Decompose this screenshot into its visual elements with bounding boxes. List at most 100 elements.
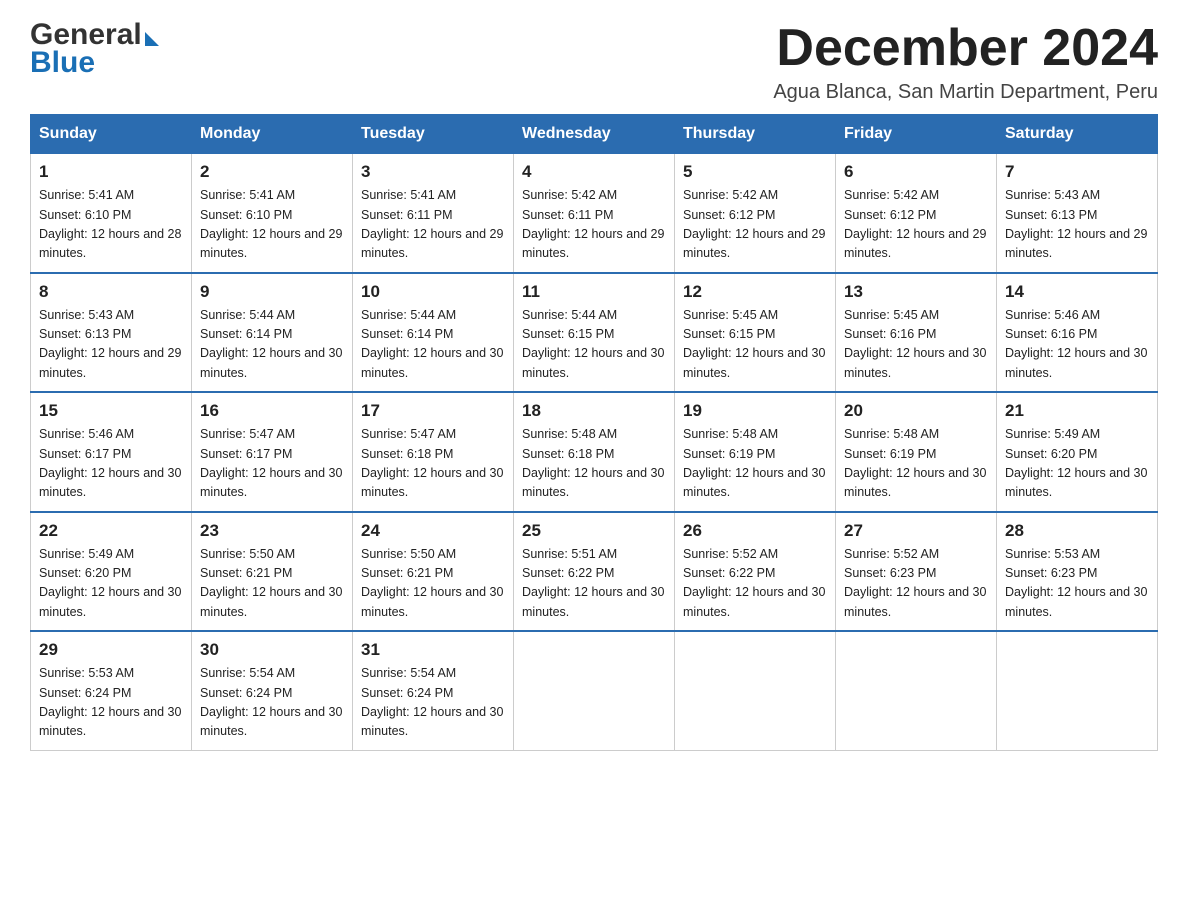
calendar-cell: 27 Sunrise: 5:52 AMSunset: 6:23 PMDayligh… xyxy=(836,512,997,632)
day-info: Sunrise: 5:44 AMSunset: 6:14 PMDaylight:… xyxy=(200,306,344,384)
day-info: Sunrise: 5:47 AMSunset: 6:17 PMDaylight:… xyxy=(200,425,344,503)
day-number: 24 xyxy=(361,521,505,541)
calendar-cell: 5Sunrise: 5:42 AMSunset: 6:12 PMDaylight… xyxy=(675,154,836,273)
day-info: Sunrise: 5:50 AMSunset: 6:21 PMDaylight:… xyxy=(200,545,344,623)
day-number: 7 xyxy=(1005,162,1149,182)
day-info: Sunrise: 5:46 AMSunset: 6:16 PMDaylight:… xyxy=(1005,306,1149,384)
day-info: Sunrise: 5:49 AMSunset: 6:20 PMDaylight:… xyxy=(1005,425,1149,503)
day-number: 27 xyxy=(844,521,988,541)
day-info: Sunrise: 5:42 AMSunset: 6:12 PMDaylight:… xyxy=(683,186,827,264)
day-info: Sunrise: 5:54 AMSunset: 6:24 PMDaylight:… xyxy=(361,664,505,742)
day-number: 30 xyxy=(200,640,344,660)
calendar-cell: 29 Sunrise: 5:53 AMSunset: 6:24 PMDayligh… xyxy=(31,631,192,750)
calendar-cell xyxy=(514,631,675,750)
calendar-cell: 22 Sunrise: 5:49 AMSunset: 6:20 PMDayligh… xyxy=(31,512,192,632)
calendar-cell: 16 Sunrise: 5:47 AMSunset: 6:17 PMDayligh… xyxy=(192,392,353,512)
calendar-cell: 18Sunrise: 5:48 AMSunset: 6:18 PMDayligh… xyxy=(514,392,675,512)
calendar-cell: 3 Sunrise: 5:41 AMSunset: 6:11 PMDaylight… xyxy=(353,154,514,273)
day-number: 3 xyxy=(361,162,505,182)
day-number: 2 xyxy=(200,162,344,182)
day-info: Sunrise: 5:42 AMSunset: 6:12 PMDaylight:… xyxy=(844,186,988,264)
title-area: December 2024 Agua Blanca, San Martin De… xyxy=(773,20,1158,104)
day-number: 10 xyxy=(361,282,505,302)
calendar-cell: 10 Sunrise: 5:44 AMSunset: 6:14 PMDayligh… xyxy=(353,273,514,393)
weekday-header-row: SundayMondayTuesdayWednesdayThursdayFrid… xyxy=(31,115,1158,154)
day-info: Sunrise: 5:42 AMSunset: 6:11 PMDaylight:… xyxy=(522,186,666,264)
calendar-cell: 23 Sunrise: 5:50 AMSunset: 6:21 PMDayligh… xyxy=(192,512,353,632)
day-info: Sunrise: 5:41 AMSunset: 6:10 PMDaylight:… xyxy=(39,186,183,264)
day-info: Sunrise: 5:48 AMSunset: 6:18 PMDaylight:… xyxy=(522,425,666,503)
calendar-cell: 4 Sunrise: 5:42 AMSunset: 6:11 PMDaylight… xyxy=(514,154,675,273)
day-info: Sunrise: 5:44 AMSunset: 6:14 PMDaylight:… xyxy=(361,306,505,384)
calendar-cell: 2 Sunrise: 5:41 AMSunset: 6:10 PMDaylight… xyxy=(192,154,353,273)
logo: General Blue xyxy=(30,20,159,80)
day-info: Sunrise: 5:47 AMSunset: 6:18 PMDaylight:… xyxy=(361,425,505,503)
day-number: 22 xyxy=(39,521,183,541)
logo-blue: Blue xyxy=(30,46,159,80)
calendar-cell: 1 Sunrise: 5:41 AMSunset: 6:10 PMDaylight… xyxy=(31,154,192,273)
weekday-header-sunday: Sunday xyxy=(31,115,192,154)
weekday-header-thursday: Thursday xyxy=(675,115,836,154)
calendar-cell: 14 Sunrise: 5:46 AMSunset: 6:16 PMDayligh… xyxy=(997,273,1158,393)
weekday-header-wednesday: Wednesday xyxy=(514,115,675,154)
calendar-cell: 15 Sunrise: 5:46 AMSunset: 6:17 PMDayligh… xyxy=(31,392,192,512)
calendar-cell: 6 Sunrise: 5:42 AMSunset: 6:12 PMDaylight… xyxy=(836,154,997,273)
day-info: Sunrise: 5:41 AMSunset: 6:11 PMDaylight:… xyxy=(361,186,505,264)
day-number: 20 xyxy=(844,401,988,421)
calendar-cell: 28 Sunrise: 5:53 AMSunset: 6:23 PMDayligh… xyxy=(997,512,1158,632)
calendar-cell: 31 Sunrise: 5:54 AMSunset: 6:24 PMDayligh… xyxy=(353,631,514,750)
day-info: Sunrise: 5:50 AMSunset: 6:21 PMDaylight:… xyxy=(361,545,505,623)
logo-arrow-icon xyxy=(145,32,159,46)
day-number: 29 xyxy=(39,640,183,660)
weekday-header-tuesday: Tuesday xyxy=(353,115,514,154)
day-number: 1 xyxy=(39,162,183,182)
day-info: Sunrise: 5:53 AMSunset: 6:24 PMDaylight:… xyxy=(39,664,183,742)
day-number: 17 xyxy=(361,401,505,421)
calendar-cell: 8 Sunrise: 5:43 AMSunset: 6:13 PMDaylight… xyxy=(31,273,192,393)
day-number: 8 xyxy=(39,282,183,302)
weekday-header-monday: Monday xyxy=(192,115,353,154)
day-number: 31 xyxy=(361,640,505,660)
calendar-cell: 7Sunrise: 5:43 AMSunset: 6:13 PMDaylight… xyxy=(997,154,1158,273)
day-info: Sunrise: 5:52 AMSunset: 6:23 PMDaylight:… xyxy=(844,545,988,623)
weekday-header-friday: Friday xyxy=(836,115,997,154)
day-number: 15 xyxy=(39,401,183,421)
calendar-cell: 11Sunrise: 5:44 AMSunset: 6:15 PMDayligh… xyxy=(514,273,675,393)
calendar-week-row: 1 Sunrise: 5:41 AMSunset: 6:10 PMDaylight… xyxy=(31,154,1158,273)
day-number: 19 xyxy=(683,401,827,421)
day-info: Sunrise: 5:53 AMSunset: 6:23 PMDaylight:… xyxy=(1005,545,1149,623)
day-number: 25 xyxy=(522,521,666,541)
day-number: 12 xyxy=(683,282,827,302)
calendar-cell: 26Sunrise: 5:52 AMSunset: 6:22 PMDayligh… xyxy=(675,512,836,632)
day-number: 14 xyxy=(1005,282,1149,302)
calendar-cell: 25 Sunrise: 5:51 AMSunset: 6:22 PMDayligh… xyxy=(514,512,675,632)
day-info: Sunrise: 5:46 AMSunset: 6:17 PMDaylight:… xyxy=(39,425,183,503)
calendar-cell xyxy=(997,631,1158,750)
day-info: Sunrise: 5:41 AMSunset: 6:10 PMDaylight:… xyxy=(200,186,344,264)
day-number: 11 xyxy=(522,282,666,302)
day-number: 9 xyxy=(200,282,344,302)
calendar-cell xyxy=(675,631,836,750)
header: General Blue December 2024 Agua Blanca, … xyxy=(30,20,1158,104)
day-info: Sunrise: 5:52 AMSunset: 6:22 PMDaylight:… xyxy=(683,545,827,623)
day-number: 16 xyxy=(200,401,344,421)
day-number: 23 xyxy=(200,521,344,541)
day-number: 4 xyxy=(522,162,666,182)
calendar-cell: 17 Sunrise: 5:47 AMSunset: 6:18 PMDayligh… xyxy=(353,392,514,512)
day-info: Sunrise: 5:43 AMSunset: 6:13 PMDaylight:… xyxy=(39,306,183,384)
day-number: 6 xyxy=(844,162,988,182)
day-number: 28 xyxy=(1005,521,1149,541)
calendar-table: SundayMondayTuesdayWednesdayThursdayFrid… xyxy=(30,114,1158,751)
day-info: Sunrise: 5:48 AMSunset: 6:19 PMDaylight:… xyxy=(683,425,827,503)
calendar-cell: 24 Sunrise: 5:50 AMSunset: 6:21 PMDayligh… xyxy=(353,512,514,632)
calendar-week-row: 29 Sunrise: 5:53 AMSunset: 6:24 PMDayligh… xyxy=(31,631,1158,750)
calendar-cell: 9 Sunrise: 5:44 AMSunset: 6:14 PMDaylight… xyxy=(192,273,353,393)
day-info: Sunrise: 5:51 AMSunset: 6:22 PMDaylight:… xyxy=(522,545,666,623)
calendar-cell: 30 Sunrise: 5:54 AMSunset: 6:24 PMDayligh… xyxy=(192,631,353,750)
day-info: Sunrise: 5:48 AMSunset: 6:19 PMDaylight:… xyxy=(844,425,988,503)
day-info: Sunrise: 5:45 AMSunset: 6:16 PMDaylight:… xyxy=(844,306,988,384)
month-year-title: December 2024 xyxy=(773,20,1158,77)
day-info: Sunrise: 5:45 AMSunset: 6:15 PMDaylight:… xyxy=(683,306,827,384)
day-info: Sunrise: 5:54 AMSunset: 6:24 PMDaylight:… xyxy=(200,664,344,742)
day-info: Sunrise: 5:49 AMSunset: 6:20 PMDaylight:… xyxy=(39,545,183,623)
